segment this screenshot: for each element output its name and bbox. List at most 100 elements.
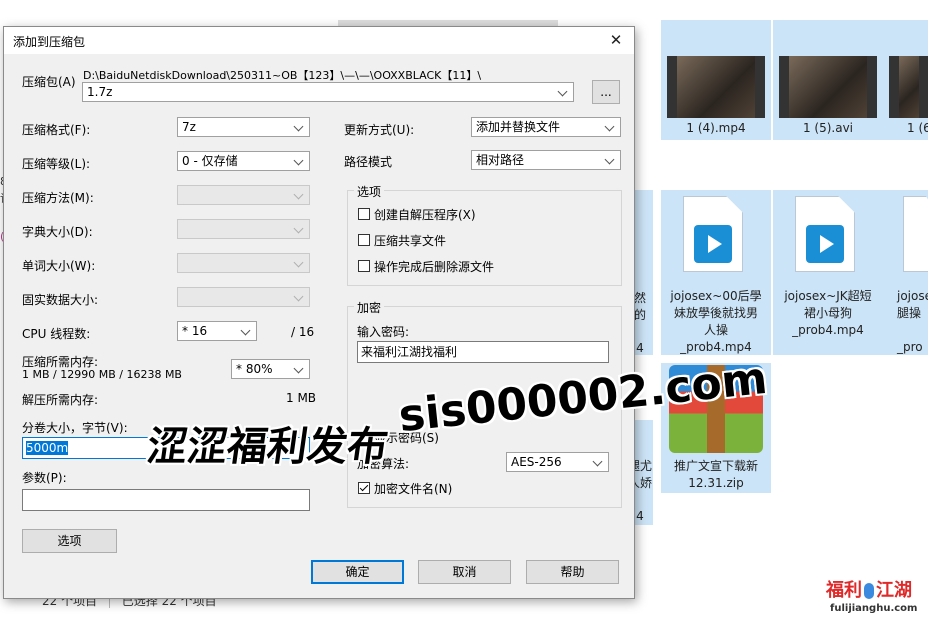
format-label: 压缩格式(F): (22, 123, 91, 137)
method-select (177, 185, 310, 205)
decompress-memory-value: 1 MB (286, 391, 317, 405)
archive-path: D:\BaiduNetdiskDownload\250311~OB【123】\—… (83, 69, 482, 82)
help-button[interactable]: 帮助 (526, 560, 619, 584)
file-name-line: 人操 (703, 323, 728, 337)
split-label: 分卷大小，字节(V): (22, 421, 128, 435)
chevron-down-icon (294, 288, 306, 306)
encrypt-names-label: 加密文件名(N) (374, 482, 453, 496)
update-value: 添加并替换文件 (476, 120, 561, 134)
params-label: 参数(P): (22, 471, 67, 485)
cpu-max: / 16 (291, 325, 315, 339)
logo-text-part1: 福利 (826, 580, 862, 601)
password-input[interactable]: 来福利江湖找福利 (357, 341, 609, 363)
memory-percent-select[interactable]: * 80% (231, 359, 310, 379)
close-icon[interactable]: ✕ (598, 27, 634, 54)
chevron-down-icon (593, 453, 605, 471)
file-name-line: _prob4.mp4 (792, 323, 864, 337)
video-file-icon (795, 196, 855, 272)
method-label: 压缩方法(M): (22, 191, 94, 205)
file-name-line: jojose (897, 289, 928, 303)
file-name: 1 (6 (907, 121, 928, 135)
video-thumbnail (889, 56, 928, 118)
file-name: 1 (5).avi (802, 121, 854, 135)
dialog-title: 添加到压缩包 (13, 35, 86, 49)
sfx-label: 创建自解压程序(X) (374, 208, 476, 222)
file-tile[interactable]: jojosex~00后學 妹放學後就找男 人操 _prob4.mp4 (661, 190, 771, 355)
file-name-line: 腿操 (897, 306, 922, 320)
video-thumbnail (667, 56, 765, 118)
ok-button[interactable]: 确定 (311, 560, 404, 584)
chevron-down-icon (605, 151, 617, 169)
word-label: 单词大小(W): (22, 259, 96, 273)
memory-value: 1 MB / 12990 MB / 16238 MB (22, 368, 182, 381)
update-select[interactable]: 添加并替换文件 (471, 117, 621, 137)
level-value: 0 - 仅存储 (182, 154, 238, 168)
cancel-button[interactable]: 取消 (418, 560, 511, 584)
file-name-line: 裙小母狗 (803, 306, 852, 320)
logo-text: 福利 江湖 (826, 576, 912, 602)
file-name: 1 (4).mp4 (686, 121, 746, 135)
archive-label: 压缩包(A) (22, 75, 76, 89)
delete-after-checkbox[interactable] (358, 260, 370, 272)
cpu-value: * 16 (182, 324, 208, 338)
archive-name-value: 1.7z (87, 85, 113, 99)
file-name-line: 推广文宣下载新 (673, 459, 758, 473)
chevron-down-icon (241, 322, 253, 340)
chevron-down-icon (294, 186, 306, 204)
file-tile[interactable]: jojose 腿操 _pro (883, 190, 928, 355)
chevron-down-icon (294, 152, 306, 170)
logo-text-part2: 江湖 (876, 580, 912, 601)
level-select[interactable]: 0 - 仅存储 (177, 151, 310, 171)
file-tile[interactable]: 1 (5).avi (773, 20, 883, 140)
chevron-down-icon (294, 254, 306, 272)
format-select[interactable]: 7z (177, 117, 310, 137)
cpu-select[interactable]: * 16 (177, 321, 257, 341)
encryption-method-select[interactable]: AES-256 (506, 452, 609, 472)
chevron-down-icon (605, 118, 617, 136)
file-tile[interactable]: 1 (6 (883, 20, 928, 140)
video-thumbnail (779, 56, 877, 118)
path-label: 路径模式 (344, 155, 393, 169)
video-file-icon (903, 196, 928, 272)
file-name-line: 12.31.zip (688, 476, 744, 490)
update-label: 更新方式(U): (344, 123, 415, 137)
encryption-group-title: 加密 (354, 299, 385, 316)
encryption-method-value: AES-256 (511, 455, 562, 469)
shared-checkbox[interactable] (358, 234, 370, 246)
logo-url: fulijianghu.com (830, 603, 918, 614)
delete-after-label: 操作完成后删除源文件 (374, 260, 495, 274)
dict-label: 字典大小(D): (22, 225, 93, 239)
params-input[interactable] (22, 489, 310, 511)
file-name-line: jojosex~00后學 (670, 289, 762, 303)
solid-label: 固实数据大小: (22, 293, 99, 307)
file-name-line: jojosex~JK超短 (784, 289, 872, 303)
path-value: 相对路径 (476, 153, 525, 167)
title-bar[interactable]: 添加到压缩包 ✕ (4, 27, 634, 54)
file-name-line: _pro (897, 340, 923, 354)
options-button[interactable]: 选项 (22, 529, 117, 553)
archive-name-combo[interactable]: 1.7z (82, 82, 574, 102)
chevron-down-icon (558, 83, 570, 101)
chevron-down-icon (294, 220, 306, 238)
file-tile[interactable]: 1 (4).mp4 (661, 20, 771, 140)
decompress-memory-label: 解压所需内存: (22, 393, 99, 407)
solid-select (177, 287, 310, 307)
sfx-checkbox[interactable] (358, 208, 370, 220)
encrypt-names-checkbox[interactable] (358, 482, 370, 494)
chevron-down-icon (294, 360, 306, 378)
file-tile[interactable]: jojosex~JK超短 裙小母狗 _prob4.mp4 (773, 190, 883, 355)
chevron-down-icon (294, 118, 306, 136)
browse-button[interactable]: ... (592, 80, 620, 104)
word-select (177, 253, 310, 273)
options-group-title: 选项 (354, 183, 385, 200)
file-name-line: 妹放學後就找男 (673, 306, 758, 320)
watermark-text-cn: 涩涩福利发布 (144, 424, 391, 470)
format-value: 7z (182, 120, 196, 134)
mouse-icon (864, 583, 874, 599)
path-select[interactable]: 相对路径 (471, 150, 621, 170)
add-to-archive-dialog: 添加到压缩包 ✕ 压缩包(A) D:\BaiduNetdiskDownload\… (3, 26, 635, 599)
cpu-label: CPU 线程数: (22, 327, 91, 341)
shared-label: 压缩共享文件 (374, 234, 447, 248)
split-volume-value: 5000m (26, 441, 69, 455)
video-file-icon (683, 196, 743, 272)
